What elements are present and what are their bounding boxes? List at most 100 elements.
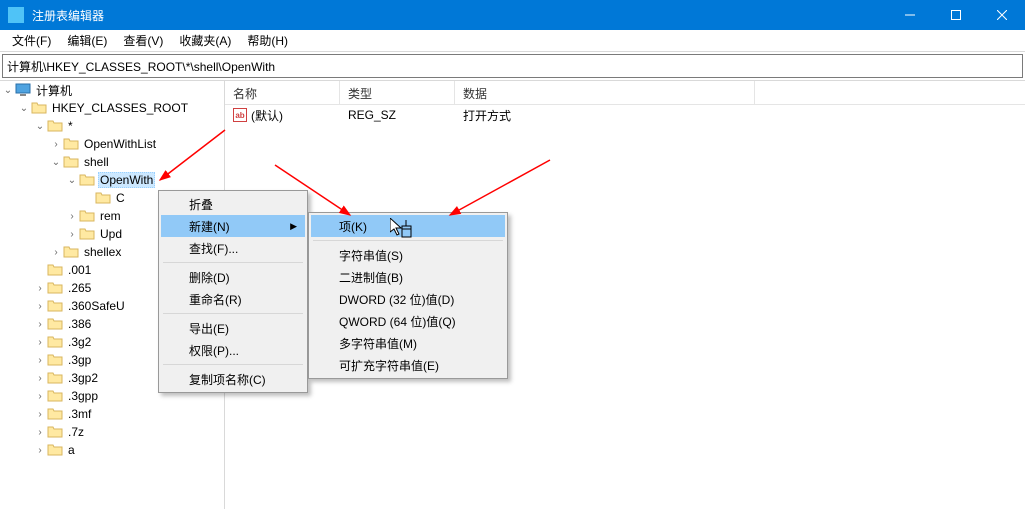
tree-label: OpenWithList (82, 137, 158, 151)
maximize-button[interactable] (933, 0, 979, 30)
expander-icon[interactable]: › (50, 139, 62, 150)
expander-icon[interactable]: ⌄ (50, 157, 62, 168)
ctx-rename[interactable]: 重命名(R) (161, 288, 305, 310)
expander-icon[interactable]: › (34, 337, 46, 348)
submenu-arrow-icon: ▶ (290, 221, 297, 232)
titlebar: 注册表编辑器 (0, 0, 1025, 30)
expander-icon[interactable]: › (34, 445, 46, 456)
ctx-new-key[interactable]: 项(K) (311, 215, 505, 237)
column-type[interactable]: 类型 (340, 81, 455, 104)
tree-label: shell (82, 155, 111, 169)
menu-help[interactable]: 帮助(H) (239, 30, 296, 51)
folder-icon (47, 353, 63, 367)
folder-icon (47, 425, 63, 439)
tree-node[interactable]: › .3mf (0, 405, 224, 423)
expander-icon[interactable]: › (66, 229, 78, 240)
cell-name: ab (默认) (225, 107, 340, 124)
folder-icon (63, 137, 79, 151)
expander-icon[interactable]: › (34, 319, 46, 330)
tree-label: C (114, 191, 127, 205)
tree-node-computer[interactable]: ⌄ 计算机 (0, 81, 224, 99)
tree-node-hkcr[interactable]: ⌄ HKEY_CLASSES_ROOT (0, 99, 224, 117)
ctx-delete[interactable]: 删除(D) (161, 266, 305, 288)
folder-icon (63, 155, 79, 169)
ctx-new-binary[interactable]: 二进制值(B) (311, 266, 505, 288)
tree-label: .3mf (66, 407, 93, 421)
expander-icon[interactable]: › (34, 391, 46, 402)
folder-icon (47, 371, 63, 385)
value-name: (默认) (251, 107, 283, 124)
tree-label: .360SafeU (66, 299, 127, 313)
tree-label: a (66, 443, 77, 457)
tree-label: 计算机 (34, 82, 74, 99)
column-data[interactable]: 数据 (455, 81, 755, 104)
ctx-new-qword[interactable]: QWORD (64 位)值(Q) (311, 310, 505, 332)
expander-icon[interactable]: ⌄ (66, 175, 78, 186)
expander-icon[interactable]: ⌄ (18, 103, 30, 114)
tree-label: * (66, 119, 75, 133)
tree-node[interactable]: › .7z (0, 423, 224, 441)
list-header: 名称 类型 数据 (225, 81, 1025, 105)
ctx-collapse[interactable]: 折叠 (161, 193, 305, 215)
separator (313, 240, 503, 241)
menu-view[interactable]: 查看(V) (115, 30, 171, 51)
ctx-new-expand[interactable]: 可扩充字符串值(E) (311, 354, 505, 376)
ctx-permissions[interactable]: 权限(P)... (161, 339, 305, 361)
expander-icon[interactable] (82, 193, 94, 204)
tree-label: HKEY_CLASSES_ROOT (50, 101, 190, 115)
ctx-new-multi[interactable]: 多字符串值(M) (311, 332, 505, 354)
expander-icon[interactable]: ⌄ (34, 121, 46, 132)
tree-node-openwith[interactable]: ⌄ OpenWith (0, 171, 224, 189)
folder-icon (47, 317, 63, 331)
tree-node-star[interactable]: ⌄ * (0, 117, 224, 135)
folder-icon (47, 443, 63, 457)
tree-label: OpenWith (98, 172, 155, 188)
list-body: ab (默认) REG_SZ 打开方式 (225, 105, 1025, 125)
expander-icon[interactable] (34, 265, 46, 276)
expander-icon[interactable]: › (34, 373, 46, 384)
expander-icon[interactable]: › (34, 301, 46, 312)
separator (163, 262, 303, 263)
expander-icon[interactable]: › (34, 355, 46, 366)
window-title: 注册表编辑器 (32, 7, 887, 24)
folder-icon (47, 407, 63, 421)
expander-icon[interactable]: › (34, 409, 46, 420)
ctx-export[interactable]: 导出(E) (161, 317, 305, 339)
folder-icon (47, 335, 63, 349)
expander-icon[interactable]: › (66, 211, 78, 222)
column-name[interactable]: 名称 (225, 81, 340, 104)
expander-icon[interactable]: › (50, 247, 62, 258)
ctx-new-dword[interactable]: DWORD (32 位)值(D) (311, 288, 505, 310)
ctx-new-label: 新建(N) (189, 218, 230, 235)
tree-label: .3gpp (66, 389, 100, 403)
cell-type: REG_SZ (340, 108, 455, 122)
ctx-new[interactable]: 新建(N) ▶ (161, 215, 305, 237)
tree-label: .3g2 (66, 335, 93, 349)
menu-favorites[interactable]: 收藏夹(A) (171, 30, 239, 51)
list-row[interactable]: ab (默认) REG_SZ 打开方式 (225, 105, 1025, 125)
ctx-copy-keyname[interactable]: 复制项名称(C) (161, 368, 305, 390)
tree-node-shell[interactable]: ⌄ shell (0, 153, 224, 171)
expander-icon[interactable]: ⌄ (2, 85, 14, 96)
tree-label: .001 (66, 263, 93, 277)
expander-icon[interactable]: › (34, 283, 46, 294)
context-submenu-new: 项(K) 字符串值(S) 二进制值(B) DWORD (32 位)值(D) QW… (308, 212, 508, 379)
folder-icon (63, 245, 79, 259)
workspace: ⌄ 计算机 ⌄ HKEY_CLASSES_ROOT ⌄ * › OpenWith… (0, 80, 1025, 509)
folder-icon (47, 281, 63, 295)
expander-icon[interactable]: › (34, 427, 46, 438)
minimize-button[interactable] (887, 0, 933, 30)
address-bar[interactable]: 计算机\HKEY_CLASSES_ROOT\*\shell\OpenWith (2, 54, 1023, 78)
tree-node[interactable]: › a (0, 441, 224, 459)
tree-label: .3gp (66, 353, 93, 367)
close-button[interactable] (979, 0, 1025, 30)
menu-file[interactable]: 文件(F) (4, 30, 59, 51)
menu-edit[interactable]: 编辑(E) (59, 30, 115, 51)
ctx-find[interactable]: 查找(F)... (161, 237, 305, 259)
folder-icon (79, 209, 95, 223)
folder-icon (47, 299, 63, 313)
separator (163, 313, 303, 314)
ctx-new-string[interactable]: 字符串值(S) (311, 244, 505, 266)
app-icon (8, 7, 24, 23)
tree-node-openwithlist[interactable]: › OpenWithList (0, 135, 224, 153)
